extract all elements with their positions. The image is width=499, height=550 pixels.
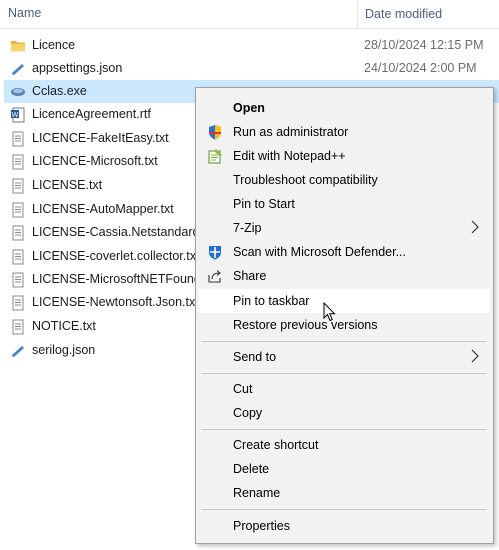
menu-item-cut[interactable]: Cut: [198, 377, 490, 401]
uac-shield-icon: [209, 125, 221, 140]
menu-item-label: Send to: [233, 350, 277, 364]
menu-item-label: Copy: [233, 406, 263, 420]
menu-item-label: Properties: [233, 519, 290, 533]
menu-item-label: Delete: [233, 462, 270, 476]
menu-item-label: Share: [233, 269, 267, 283]
menu-item-label: Pin to Start: [233, 197, 295, 211]
menu-item-label: Cut: [233, 382, 253, 396]
chevron-right-icon: [471, 220, 479, 234]
json-file-icon: [12, 346, 24, 357]
column-header: Name Date modified: [0, 0, 499, 29]
file-name: LICENSE-Cassia.Netstandard.: [32, 225, 202, 239]
exe-file-icon: [11, 88, 25, 96]
file-name: LicenceAgreement.rtf: [32, 107, 151, 121]
word-doc-icon: W: [11, 107, 25, 123]
menu-item-rename[interactable]: Rename: [198, 481, 490, 505]
context-menu: Open Run as administrator Edit with Note…: [195, 87, 494, 544]
menu-item-label: Restore previous versions: [233, 318, 378, 332]
file-name: LICENSE.txt: [32, 178, 103, 192]
menu-item-open[interactable]: Open: [198, 96, 490, 120]
text-file-icon: [12, 295, 24, 311]
file-name: Licence: [32, 38, 76, 52]
text-file-icon: [12, 154, 24, 170]
text-file-icon: [12, 272, 24, 288]
menu-separator: [202, 429, 486, 430]
menu-item-label: Scan with Microsoft Defender...: [233, 245, 406, 259]
menu-item-label: 7-Zip: [233, 221, 262, 235]
text-file-icon: [12, 225, 24, 241]
menu-item-run-as-admin[interactable]: Run as administrator: [198, 120, 490, 144]
menu-item-label: Create shortcut: [233, 438, 319, 452]
file-name: LICENCE-Microsoft.txt: [32, 154, 158, 168]
menu-separator: [202, 373, 486, 374]
text-file-icon: [12, 202, 24, 218]
share-icon: [208, 270, 221, 283]
text-file-icon: [12, 319, 24, 335]
name-column-header[interactable]: Name: [8, 6, 41, 20]
menu-item-troubleshoot[interactable]: Troubleshoot compatibility: [198, 168, 490, 192]
file-name: LICENSE-MicrosoftNETFound: [32, 272, 201, 286]
chevron-right-icon: [471, 349, 479, 363]
file-row-licence[interactable]: Licence 28/10/2024 12:15 PM: [4, 34, 499, 57]
menu-item-create-shortcut[interactable]: Create shortcut: [198, 433, 490, 457]
json-file-icon: [12, 64, 24, 75]
file-name: LICENSE-coverlet.collector.tx: [32, 249, 196, 263]
menu-item-edit-notepad[interactable]: Edit with Notepad++: [198, 144, 490, 168]
notepad-plus-plus-icon: [208, 149, 222, 164]
menu-item-pin-taskbar[interactable]: Pin to taskbar: [198, 289, 490, 313]
file-name: LICENCE-FakeItEasy.txt: [32, 131, 169, 145]
file-name: appsettings.json: [32, 61, 123, 75]
svg-text:W: W: [12, 111, 19, 119]
menu-item-delete[interactable]: Delete: [198, 457, 490, 481]
menu-item-label: Open: [233, 101, 265, 115]
folder-icon: [11, 41, 25, 52]
file-name: LICENSE-Newtonsoft.Json.txt: [32, 295, 199, 309]
menu-item-properties[interactable]: Properties: [198, 514, 490, 538]
menu-item-label: Pin to taskbar: [233, 294, 310, 308]
date-modified-column-header[interactable]: Date modified: [357, 0, 442, 28]
file-name: LICENSE-AutoMapper.txt: [32, 202, 174, 216]
menu-item-restore-versions[interactable]: Restore previous versions: [198, 313, 490, 337]
menu-item-send-to[interactable]: Send to: [198, 345, 490, 369]
file-name: serilog.json: [32, 343, 96, 357]
file-name: NOTICE.txt: [32, 319, 96, 333]
mouse-pointer-icon: [323, 302, 336, 322]
text-file-icon: [12, 249, 24, 265]
file-name: Cclas.exe: [32, 84, 87, 98]
menu-item-label: Edit with Notepad++: [233, 149, 346, 163]
menu-separator: [202, 509, 486, 510]
file-date: 24/10/2024 2:00 PM: [364, 61, 477, 75]
menu-item-label: Troubleshoot compatibility: [233, 173, 378, 187]
menu-item-7zip[interactable]: 7-Zip: [198, 216, 490, 240]
defender-shield-icon: [209, 246, 221, 260]
menu-item-label: Run as administrator: [233, 125, 349, 139]
text-file-icon: [12, 131, 24, 147]
menu-item-share[interactable]: Share: [198, 264, 490, 288]
menu-item-scan-defender[interactable]: Scan with Microsoft Defender...: [198, 240, 490, 264]
file-row-appsettings[interactable]: appsettings.json 24/10/2024 2:00 PM: [4, 57, 499, 80]
menu-item-copy[interactable]: Copy: [198, 401, 490, 425]
text-file-icon: [12, 178, 24, 194]
menu-item-label: Rename: [233, 486, 281, 500]
menu-separator: [202, 341, 486, 342]
file-date: 28/10/2024 12:15 PM: [364, 38, 484, 52]
menu-item-pin-start[interactable]: Pin to Start: [198, 192, 490, 216]
